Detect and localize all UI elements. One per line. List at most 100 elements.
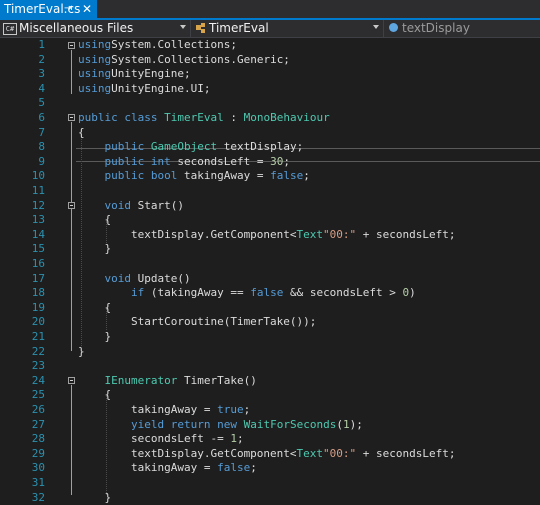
code-token: "00:" xyxy=(323,446,357,460)
code-token: System.Collections.Generic; xyxy=(111,52,290,66)
code-line[interactable]: 4 usingUnityEngine.UI; xyxy=(0,82,540,97)
code-token: MonoBehaviour xyxy=(243,111,330,124)
code-line[interactable]: 23 xyxy=(0,359,540,374)
code-line[interactable]: 19 { xyxy=(0,301,540,316)
code-text: if (takingAway == false && secondsLeft >… xyxy=(78,286,416,301)
member-dropdown[interactable]: textDisplay xyxy=(384,20,540,37)
code-line[interactable]: 15 } xyxy=(0,242,540,257)
code-token: } xyxy=(78,242,112,256)
chevron-down-icon xyxy=(373,25,379,29)
code-line[interactable]: 2 usingSystem.Collections.Generic; xyxy=(0,53,540,68)
code-text: public int secondsLeft = 30; xyxy=(78,155,290,170)
line-number: 21 xyxy=(31,330,45,343)
code-line[interactable]: 22} xyxy=(0,345,540,360)
code-line[interactable]: 29 textDisplay.GetComponent<Text"00:" + … xyxy=(0,447,540,462)
code-line[interactable]: 17 void Update() xyxy=(0,272,540,287)
code-token: ); xyxy=(349,417,363,431)
close-icon[interactable]: ✕ xyxy=(82,0,92,18)
line-number: 27 xyxy=(31,417,45,431)
code-text: public class TimerEval : MonoBehaviour xyxy=(78,111,330,126)
line-number: 8 xyxy=(38,140,45,154)
chevron-down-icon xyxy=(180,25,186,29)
code-token: 30 xyxy=(270,154,284,168)
code-token: ; xyxy=(303,169,310,183)
code-line[interactable]: 7{ xyxy=(0,126,540,141)
code-line[interactable]: 18 if (takingAway == false && secondsLef… xyxy=(0,286,540,301)
code-line[interactable]: 28 secondsLeft -= 1; xyxy=(0,432,540,447)
code-token: textDisplay.GetComponent< xyxy=(78,446,297,460)
code-line[interactable]: 31 xyxy=(0,476,540,491)
code-token: && secondsLeft > xyxy=(283,286,403,300)
code-text: public GameObject textDisplay; xyxy=(78,140,304,155)
code-line[interactable]: 25 { xyxy=(0,388,540,403)
line-number: 30 xyxy=(31,461,45,475)
code-text: textDisplay.GetComponent<Text"00:" + sec… xyxy=(78,228,456,243)
code-token: takingAway = xyxy=(78,461,218,475)
code-token: ) xyxy=(409,286,416,300)
line-number: 2 xyxy=(38,52,45,66)
code-line[interactable]: 9 public int secondsLeft = 30; xyxy=(0,155,540,170)
code-line[interactable]: 30 takingAway = false; xyxy=(0,461,540,476)
line-number: 1 xyxy=(38,38,45,51)
line-number: 4 xyxy=(38,81,45,95)
code-token: WaitForSeconds xyxy=(243,417,337,431)
code-line[interactable]: 5 xyxy=(0,96,540,111)
code-token: Text xyxy=(296,446,324,460)
code-text: takingAway = false; xyxy=(78,461,257,476)
line-number: 11 xyxy=(31,184,45,197)
code-token: } xyxy=(78,344,85,358)
line-number: 3 xyxy=(38,67,45,81)
code-line[interactable]: 21 } xyxy=(0,330,540,345)
project-dropdown[interactable]: C# Miscellaneous Files xyxy=(0,20,189,37)
member-label: textDisplay xyxy=(402,21,470,35)
line-number: 18 xyxy=(31,286,45,300)
code-token: { xyxy=(78,213,112,227)
line-number: 28 xyxy=(31,432,45,446)
code-token: ; xyxy=(243,403,251,416)
code-line[interactable]: 14 textDisplay.GetComponent<Text"00:" + … xyxy=(0,228,540,243)
code-token: ; xyxy=(283,154,290,168)
code-token: using xyxy=(78,52,112,66)
code-line[interactable]: 27 yield return new WaitForSeconds(1); xyxy=(0,418,540,433)
code-text: { xyxy=(78,301,111,316)
code-token: using xyxy=(78,81,112,95)
class-label: TimerEval xyxy=(209,21,269,35)
code-editor[interactable]: 1 usingSystem.Collections; 2 usingSystem.Co… xyxy=(0,38,540,504)
tab-timereval[interactable]: TimerEval.cs ⇥ ✕ xyxy=(0,0,97,18)
navigation-bar: C# Miscellaneous Files TimerEval textDis… xyxy=(0,20,540,38)
code-line[interactable]: 32 } xyxy=(0,491,540,505)
line-number: 25 xyxy=(31,388,45,402)
code-line[interactable]: 6 public class TimerEval : MonoBehaviour xyxy=(0,111,540,126)
pin-icon[interactable]: ⇥ xyxy=(64,0,72,18)
line-number: 9 xyxy=(38,154,45,168)
code-line[interactable]: 8 public GameObject textDisplay; xyxy=(0,140,540,155)
code-token: takingAway = xyxy=(177,169,271,183)
code-token: UnityEngine.UI; xyxy=(111,81,211,95)
code-line[interactable]: 12 void Start() xyxy=(0,199,540,214)
code-line[interactable]: 16 xyxy=(0,257,540,272)
code-line[interactable]: 24 IEnumerator TimerTake() xyxy=(0,374,540,389)
code-token: IEnumerator xyxy=(104,373,178,387)
line-number: 20 xyxy=(31,315,45,329)
code-line[interactable]: 11 xyxy=(0,184,540,199)
code-token: public xyxy=(104,154,145,168)
class-dropdown[interactable]: TimerEval xyxy=(191,20,382,37)
code-text: } xyxy=(78,345,85,360)
class-icon xyxy=(196,23,205,33)
line-number: 14 xyxy=(31,227,45,241)
line-number: 17 xyxy=(31,271,45,285)
code-line[interactable]: 1 usingSystem.Collections; xyxy=(0,38,540,53)
code-line[interactable]: 26 takingAway = true; xyxy=(0,403,540,418)
code-line[interactable]: 13 { xyxy=(0,213,540,228)
code-line[interactable]: 3 usingUnityEngine; xyxy=(0,67,540,82)
code-token: { xyxy=(78,125,85,139)
line-number: 7 xyxy=(38,125,45,139)
code-line[interactable]: 10 public bool takingAway = false; xyxy=(0,169,540,184)
line-number: 26 xyxy=(31,403,45,416)
code-line[interactable]: 20 StartCoroutine(TimerTake()); xyxy=(0,315,540,330)
